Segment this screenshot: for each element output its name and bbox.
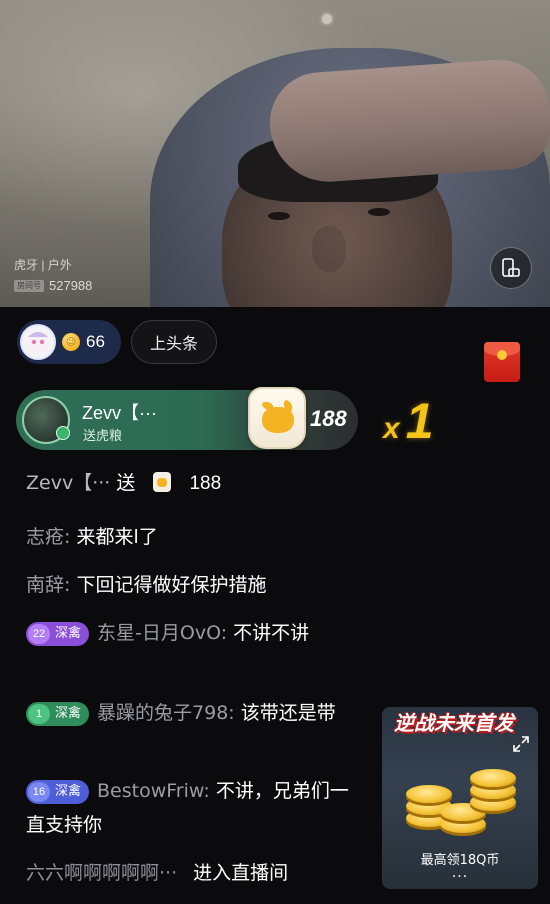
red-packet-icon[interactable]	[484, 342, 520, 382]
streamer-eye-left	[268, 212, 290, 220]
promo-text: 最高领18Q币	[420, 853, 500, 868]
streamer-nose	[312, 226, 346, 272]
room-id-row: 房间号 527988	[14, 278, 92, 293]
gifter-badge-icon	[56, 426, 70, 440]
room-number: 527988	[49, 278, 93, 293]
chat-message: 16 深禽 BestowFriw: 不讲，兄弟们一直支持你	[26, 774, 362, 842]
promo-title: 逆战未来首发	[394, 711, 514, 735]
streamer-eye-right	[368, 208, 390, 216]
enter-text: 进入直播间	[193, 862, 289, 884]
coin-stack-piece	[406, 785, 452, 803]
tiger-icon	[262, 407, 294, 433]
expand-icon[interactable]	[512, 735, 530, 753]
room-tag: 房间号	[14, 279, 44, 292]
chat-user[interactable]: 暴躁的兔子798:	[97, 702, 235, 724]
chat-message: 志疮: 来都来l了	[26, 520, 362, 554]
gift-banner: Zevv【··· 送虎粮 188	[16, 387, 358, 450]
promo-card[interactable]: 逆战未来首发 最高领18Q币 ···	[382, 707, 538, 889]
gift-action: 送虎粮	[83, 429, 123, 444]
entering-user[interactable]: 六六啊啊啊啊啊···	[26, 862, 177, 884]
tiger-food-bag-icon	[248, 387, 306, 449]
stream-info: 虎牙 | 户外 房间号 527988	[14, 256, 92, 293]
fan-badge-label: 深禽	[55, 626, 82, 641]
gift-combo: x1	[383, 392, 434, 450]
chat-user[interactable]: BestowFriw:	[97, 780, 210, 802]
chat-text: 该带还是带	[240, 702, 336, 724]
combo-x: x	[383, 412, 400, 445]
video-player[interactable]: 虎牙 | 户外 房间号 527988	[0, 0, 550, 307]
chat-gift-row: Zevv【··· 送 188	[26, 466, 362, 501]
headline-button[interactable]: 上头条	[131, 320, 218, 364]
coin-stack-piece	[470, 769, 516, 787]
fan-badge-level: 16	[28, 782, 50, 802]
coin-icon: ☺	[62, 333, 80, 351]
chat-gift-count: 188	[189, 473, 222, 494]
chat-message: 1 深禽 暴躁的兔子798: 该带还是带	[26, 696, 362, 730]
chat-user[interactable]: 志疮:	[26, 526, 70, 548]
chat-text: 下回记得做好保护措施	[76, 574, 267, 596]
chat-gift-action: 送	[116, 472, 136, 494]
promo-pager: ···	[451, 869, 469, 885]
audience-avatar[interactable]	[20, 324, 56, 360]
screen-rotate-button[interactable]	[490, 247, 532, 289]
ceiling-light	[322, 14, 332, 24]
audience-count: 66	[86, 332, 105, 351]
screen-rotate-icon	[502, 258, 520, 277]
avatar-icon	[27, 332, 49, 354]
fan-badge-level: 22	[28, 624, 50, 644]
gifter-name: Zevv【···	[82, 403, 157, 423]
room-topbar: ☺ 66 上头条	[17, 320, 218, 364]
fan-badge[interactable]: 16 深禽	[26, 780, 90, 804]
fan-badge[interactable]: 22 深禽	[26, 622, 90, 646]
chat-user[interactable]: 南辞:	[26, 574, 70, 596]
chat-gift-user[interactable]: Zevv【···	[26, 472, 110, 494]
streamer-hand	[266, 56, 550, 186]
chat-user[interactable]: 东星-日月OvO:	[97, 622, 227, 644]
audience-pill[interactable]: ☺ 66	[17, 320, 121, 364]
chat-message: 南辞: 下回记得做好保护措施	[26, 568, 362, 602]
fan-badge[interactable]: 1 深禽	[26, 702, 90, 726]
chat-text: 来都来l了	[76, 526, 158, 548]
fan-badge-level: 1	[28, 704, 50, 724]
tiger-food-mini-icon	[153, 472, 172, 492]
fan-badge-label: 深禽	[55, 784, 82, 799]
chat-text: 不讲不讲	[233, 622, 310, 644]
gift-count: 188	[310, 406, 347, 431]
fan-badge-label: 深禽	[55, 706, 82, 721]
platform-category: 虎牙 | 户外	[14, 258, 72, 272]
coins-icon	[404, 763, 524, 843]
chat-message: 22 深禽 东星-日月OvO: 不讲不讲	[26, 616, 362, 650]
combo-number: 1	[405, 393, 434, 449]
chat-enter-notice: 六六啊啊啊啊啊··· 进入直播间	[26, 856, 362, 890]
